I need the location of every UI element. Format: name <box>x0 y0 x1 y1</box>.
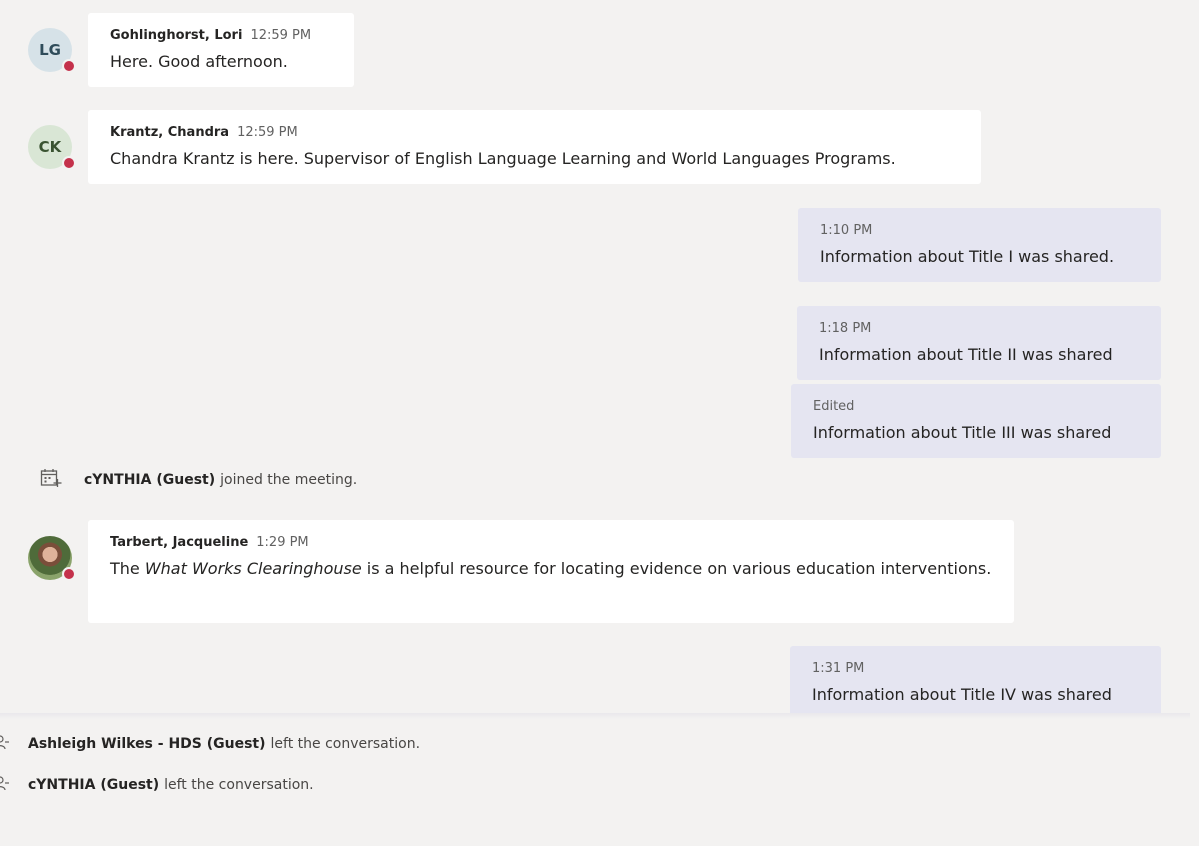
system-action: joined the meeting. <box>220 472 358 488</box>
sender-name[interactable]: Krantz, Chandra <box>110 125 229 140</box>
person-leave-icon <box>0 734 10 754</box>
sender-name[interactable]: Tarbert, Jacqueline <box>110 535 248 550</box>
participant-name[interactable]: cYNTHIA (Guest) <box>28 777 159 793</box>
message-time: 1:31 PM <box>812 661 865 676</box>
participant-name[interactable]: cYNTHIA (Guest) <box>84 472 215 488</box>
message-time: 12:59 PM <box>250 28 312 43</box>
message-time: 12:59 PM <box>237 125 298 140</box>
avatar-lori[interactable]: LG <box>28 28 76 73</box>
outgoing-message[interactable]: 1:31 PM Information about Title IV was s… <box>790 646 1161 718</box>
calendar-add-icon <box>40 468 62 492</box>
message-meta: Gohlinghorst, Lori 12:59 PM <box>110 27 332 45</box>
message-text: Here. Good afternoon. <box>110 52 288 71</box>
message-text: Information about Title II was shared <box>819 345 1113 364</box>
message-bubble[interactable]: Gohlinghorst, Lori 12:59 PM Here. Good af… <box>88 13 354 87</box>
system-action: left the conversation. <box>270 736 421 752</box>
avatar-chandra[interactable]: CK <box>28 125 76 170</box>
edited-label: Edited <box>813 399 855 414</box>
outgoing-message[interactable]: 1:10 PM Information about Title I was sh… <box>798 208 1161 282</box>
message-text: Information about Title IV was shared <box>812 685 1112 704</box>
message-text: The What Works Clearinghouse is a helpfu… <box>110 556 992 582</box>
divider <box>0 713 1190 719</box>
text-segment: is a helpful resource for locating evide… <box>361 559 992 578</box>
text-segment: The <box>110 559 145 578</box>
system-message-left: cYNTHIA (Guest) left the conversation. <box>0 775 314 795</box>
message-text: Chandra Krantz is here. Supervisor of En… <box>110 149 896 168</box>
presence-busy-icon <box>62 59 76 73</box>
avatar-initials: LG <box>39 41 61 59</box>
message-text: Information about Title I was shared. <box>820 247 1115 266</box>
presence-busy-icon <box>62 156 76 170</box>
italic-title: What Works Clearinghouse <box>144 559 362 578</box>
message-meta: Krantz, Chandra 12:59 PM <box>110 124 959 142</box>
system-message-joined: cYNTHIA (Guest) joined the meeting. <box>40 468 357 492</box>
system-action: left the conversation. <box>164 777 314 793</box>
system-message-left: Ashleigh Wilkes - HDS (Guest) left the c… <box>0 734 420 754</box>
message-time: 1:10 PM <box>820 223 873 238</box>
outgoing-message[interactable]: 1:18 PM Information about Title II was s… <box>797 306 1161 380</box>
outgoing-message-edited[interactable]: Edited Information about Title III was s… <box>791 384 1161 458</box>
message-meta: Tarbert, Jacqueline 1:29 PM <box>110 534 992 552</box>
participant-name[interactable]: Ashleigh Wilkes - HDS (Guest) <box>28 736 266 752</box>
avatar-jacqueline[interactable] <box>28 536 76 581</box>
person-leave-icon <box>0 775 10 795</box>
sender-name[interactable]: Gohlinghorst, Lori <box>110 28 242 43</box>
presence-busy-icon <box>62 567 76 581</box>
avatar-initials: CK <box>38 138 62 156</box>
message-bubble[interactable]: Krantz, Chandra 12:59 PM Chandra Krantz i… <box>88 110 981 184</box>
message-time: 1:18 PM <box>819 321 872 336</box>
message-bubble[interactable]: Tarbert, Jacqueline 1:29 PM The What Work… <box>88 520 1014 623</box>
message-time: 1:29 PM <box>256 535 309 550</box>
message-text: Information about Title III was shared <box>813 423 1112 442</box>
